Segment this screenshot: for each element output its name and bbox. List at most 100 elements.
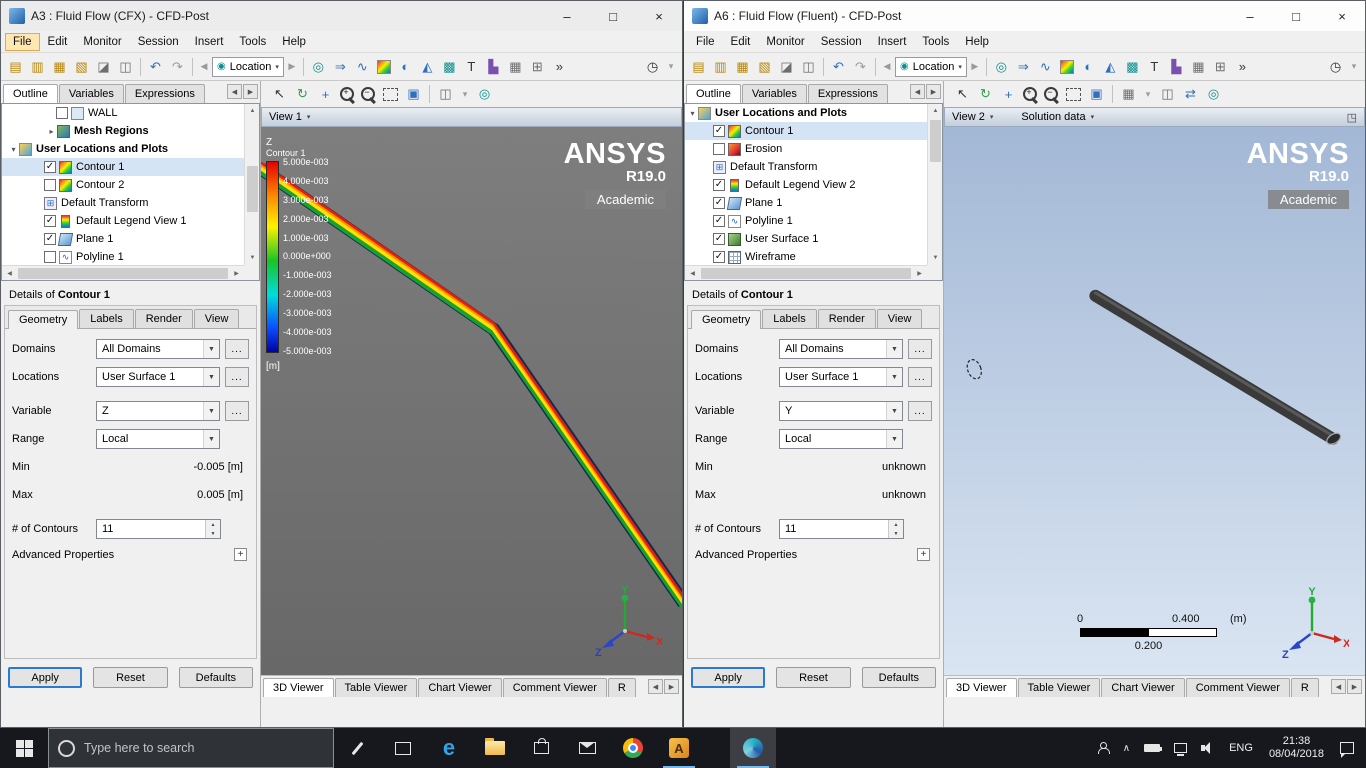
report-templates-icon[interactable]: ▦ [732, 56, 753, 77]
probe-icon[interactable]: ◎ [991, 56, 1012, 77]
tree-item-contour-2[interactable]: Contour 2 [2, 176, 244, 194]
toolbar-overflow-icon[interactable]: » [549, 56, 570, 77]
fit-view-icon[interactable]: ▣ [1086, 84, 1107, 105]
reset-button[interactable]: Reset [93, 667, 168, 688]
streamline-icon[interactable]: ∿ [1035, 56, 1056, 77]
network-button[interactable] [1167, 728, 1194, 768]
menu-insert[interactable]: Insert [187, 33, 232, 51]
tree-item-erosion[interactable]: Erosion [685, 140, 927, 158]
data-source-name[interactable]: Solution data [1021, 111, 1085, 123]
locations-dropdown[interactable]: User Surface 1 ▼ [779, 367, 903, 387]
viewport-layout-icon[interactable]: ◫ [435, 84, 456, 105]
slice-plane-icon[interactable]: ◭ [417, 56, 438, 77]
defaults-button[interactable]: Defaults [178, 667, 253, 688]
probe-icon[interactable]: ◎ [308, 56, 329, 77]
tab-labels[interactable]: Labels [762, 309, 817, 328]
volume-icon[interactable]: ▩ [439, 56, 460, 77]
scroll-right-icon[interactable]: ▶ [229, 266, 244, 281]
menu-monitor[interactable]: Monitor [758, 33, 812, 51]
minimize-button[interactable]: – [544, 1, 590, 31]
undo-icon[interactable]: ↶ [145, 56, 166, 77]
spin-up-icon[interactable]: ▲ [206, 520, 220, 529]
variable-dropdown[interactable]: Z ▼ [96, 401, 220, 421]
domains-dropdown[interactable]: All Domains ▼ [96, 339, 220, 359]
tab-table-viewer[interactable]: Table Viewer [334, 678, 418, 697]
chevron-down-icon[interactable]: ▼ [886, 430, 902, 448]
menu-file[interactable]: File [5, 32, 40, 51]
streamline-icon[interactable]: ∿ [352, 56, 373, 77]
spin-down-icon[interactable]: ▼ [889, 529, 903, 538]
grid-caret-icon[interactable]: ▾ [1141, 84, 1155, 105]
location-dropdown[interactable]: ◉ Location ▾ [895, 56, 967, 77]
tree-horizontal-scrollbar[interactable]: ◀ ▶ [685, 265, 927, 280]
volume-button[interactable] [1194, 728, 1222, 768]
chevron-down-icon[interactable]: ▾ [990, 113, 994, 121]
chevron-down-icon[interactable]: ▼ [886, 340, 902, 358]
zoom-out-icon[interactable]: − [359, 85, 378, 104]
tree-item-default-transform[interactable]: ⊞ Default Transform [2, 194, 244, 212]
close-button[interactable]: × [636, 1, 682, 31]
chart-icon[interactable]: ▙ [483, 56, 504, 77]
timestep-icon[interactable]: ◷ [1325, 56, 1346, 77]
tree-item-contour-1[interactable]: ✓ Contour 1 [2, 158, 244, 176]
tab-scroll-right-icon[interactable]: ▶ [1347, 679, 1362, 694]
tree-horizontal-scrollbar[interactable]: ◀ ▶ [2, 265, 244, 280]
checkbox-checked[interactable]: ✓ [713, 233, 725, 245]
snapshot-icon[interactable]: ◪ [93, 56, 114, 77]
start-button[interactable] [0, 728, 48, 768]
checkbox-checked[interactable]: ✓ [713, 125, 725, 137]
tree-item-user-surface-1[interactable]: ✓ User Surface 1 [685, 230, 927, 248]
scroll-right-icon[interactable]: ▶ [912, 266, 927, 281]
minimize-button[interactable]: – [1227, 1, 1273, 31]
tab-comment-viewer[interactable]: Comment Viewer [502, 678, 607, 697]
store-button[interactable] [518, 728, 564, 768]
tree-item-user-locations[interactable]: ▾ User Locations and Plots [685, 104, 927, 122]
location-forward-icon[interactable]: ▶ [285, 56, 299, 77]
chevron-down-icon[interactable]: ▾ [307, 113, 311, 121]
save-state-icon[interactable]: ▥ [27, 56, 48, 77]
tab-scroll-left-icon[interactable]: ◀ [910, 84, 925, 99]
undo-icon[interactable]: ↶ [828, 56, 849, 77]
expand-advanced-button[interactable]: + [234, 548, 247, 561]
chevron-down-icon[interactable]: ▼ [886, 368, 902, 386]
variable-more-button[interactable]: ... [225, 401, 249, 421]
vector-icon[interactable]: ⇒ [1013, 56, 1034, 77]
text-label-icon[interactable]: T [1144, 56, 1165, 77]
tab-report-viewer[interactable]: R [607, 678, 636, 697]
tab-variables[interactable]: Variables [741, 84, 807, 103]
domains-dropdown[interactable]: All Domains ▼ [779, 339, 903, 359]
action-center-button[interactable] [1333, 728, 1361, 768]
isosurface-icon[interactable]: ◐ [1078, 56, 1099, 77]
edge-button[interactable]: e [426, 728, 472, 768]
menu-help[interactable]: Help [274, 33, 314, 51]
calculator-icon[interactable]: ⊞ [527, 56, 548, 77]
locations-dropdown[interactable]: User Surface 1 ▼ [96, 367, 220, 387]
tab-geometry[interactable]: Geometry [8, 310, 79, 329]
ink-workspace-button[interactable] [334, 728, 380, 768]
tab-report-viewer[interactable]: R [1290, 678, 1319, 697]
tree-item-polyline-1[interactable]: ✓ ∿ Polyline 1 [685, 212, 927, 230]
copy-icon[interactable]: ◫ [798, 56, 819, 77]
expander-open-icon[interactable]: ▾ [8, 145, 19, 154]
titlebar[interactable]: A3 : Fluid Flow (CFX) - CFD-Post – □ × [1, 1, 682, 31]
zoom-out-icon[interactable]: − [1042, 85, 1061, 104]
location-forward-icon[interactable]: ▶ [968, 56, 982, 77]
viewport-caret-icon[interactable]: ▾ [458, 84, 472, 105]
scroll-up-icon[interactable]: ▲ [245, 104, 260, 118]
tree-item-plane-1[interactable]: ✓ Plane 1 [2, 230, 244, 248]
timestep-icon[interactable]: ◷ [642, 56, 663, 77]
redo-icon[interactable]: ↷ [167, 56, 188, 77]
table-icon[interactable]: ▦ [505, 56, 526, 77]
tree-item-polyline-1[interactable]: ∿ Polyline 1 [2, 248, 244, 265]
scroll-down-icon[interactable]: ▼ [928, 251, 943, 265]
report-templates-icon[interactable]: ▦ [49, 56, 70, 77]
tab-labels[interactable]: Labels [79, 309, 134, 328]
range-dropdown[interactable]: Local ▼ [96, 429, 220, 449]
tab-scroll-left-icon[interactable]: ◀ [227, 84, 242, 99]
task-view-button[interactable] [380, 728, 426, 768]
menu-help[interactable]: Help [957, 33, 997, 51]
pan-icon[interactable]: + [315, 84, 336, 105]
checkbox-checked[interactable]: ✓ [44, 233, 56, 245]
select-icon[interactable]: ↖ [269, 84, 290, 105]
mail-button[interactable] [564, 728, 610, 768]
